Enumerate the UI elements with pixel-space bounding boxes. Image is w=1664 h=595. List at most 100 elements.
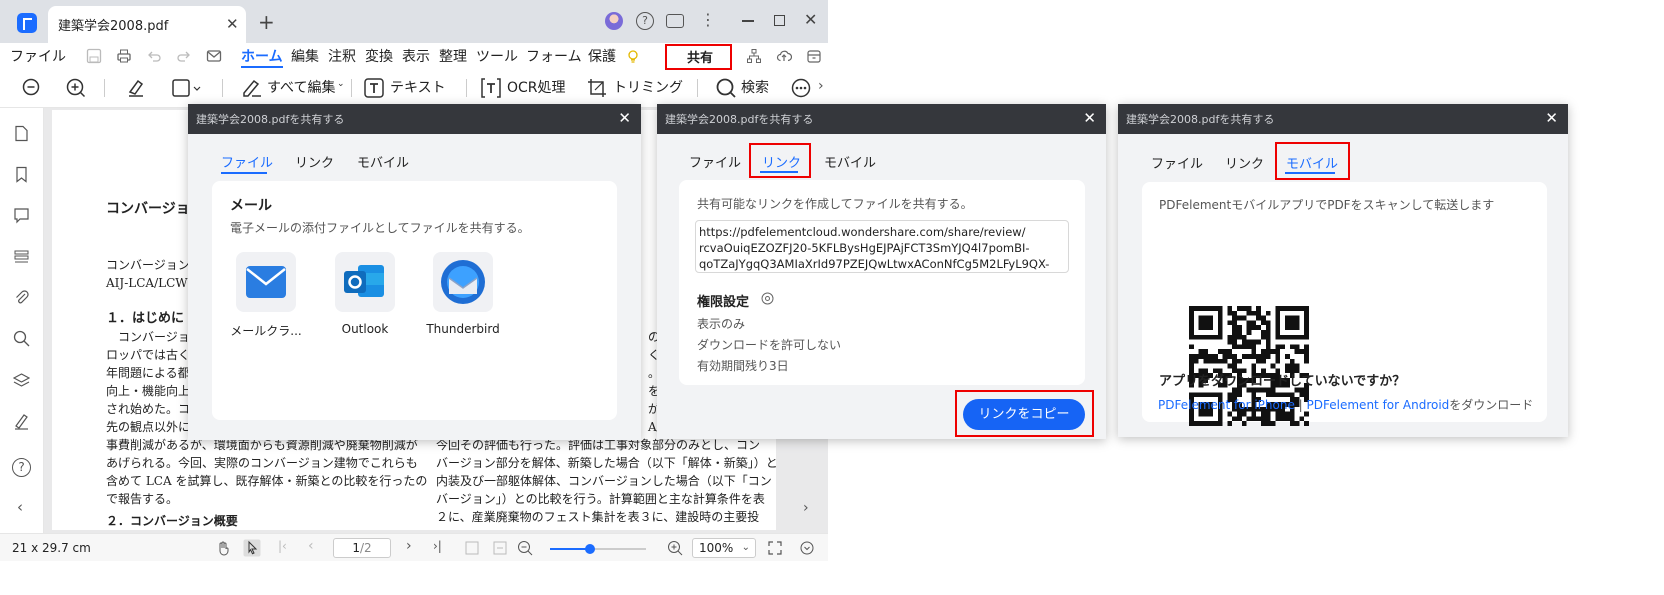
collapse-sidebar-icon[interactable]: ‹ <box>17 498 23 516</box>
mail-icon[interactable] <box>206 48 222 64</box>
menu-tools[interactable]: ツール <box>476 46 518 66</box>
mail-client-button[interactable] <box>236 252 296 312</box>
sitemap-icon[interactable] <box>746 48 762 64</box>
menu-file[interactable]: ファイル <box>10 46 66 66</box>
redo-icon[interactable] <box>176 48 192 64</box>
thunderbird-button[interactable] <box>433 252 493 312</box>
save-icon[interactable] <box>86 48 102 64</box>
outlook-button[interactable] <box>335 252 395 312</box>
signature-icon[interactable] <box>13 413 30 430</box>
menu-edit[interactable]: 編集 <box>291 46 319 66</box>
menu-annotate[interactable]: 注釈 <box>328 46 356 66</box>
text-icon[interactable] <box>364 78 384 98</box>
next-page-arrow-icon[interactable]: › <box>803 500 809 516</box>
thumbnails-icon[interactable] <box>13 248 30 265</box>
android-app-link[interactable]: PDFelement for Android <box>1307 398 1450 412</box>
new-tab-button[interactable]: + <box>258 10 275 34</box>
tab-link[interactable]: リンク <box>295 152 334 171</box>
copy-link-button[interactable]: リンクをコピー <box>963 399 1085 430</box>
comment-icon[interactable] <box>13 207 30 224</box>
attachment-icon[interactable] <box>13 289 30 306</box>
zoom-value: 100% <box>699 541 734 555</box>
trim-button[interactable]: トリミング <box>613 77 683 97</box>
undo-icon[interactable] <box>146 48 162 64</box>
document-tab-title: 建築学会2008.pdf <box>58 19 169 34</box>
chevron-down-icon[interactable]: ⌄ <box>337 79 345 89</box>
menu-protect[interactable]: 保護 <box>588 46 616 66</box>
crop-icon[interactable] <box>587 78 607 98</box>
sidebar-search-icon[interactable] <box>13 330 30 347</box>
tab-file[interactable]: ファイル <box>1151 153 1203 172</box>
tab-link[interactable]: リンク <box>1225 153 1264 172</box>
more-circle-icon[interactable] <box>791 78 811 98</box>
archive-icon[interactable] <box>806 48 822 64</box>
share-url-field[interactable]: https://pdfelementcloud.wondershare.com/… <box>695 220 1069 273</box>
menu-home[interactable]: ホーム <box>241 46 283 66</box>
section-heading: ２．コンバージョン概要 <box>106 514 238 528</box>
page-number-input[interactable]: 1/2 <box>333 538 391 558</box>
toolbar-scroll-right-icon[interactable]: › <box>818 78 824 94</box>
maximize-icon[interactable] <box>774 15 785 26</box>
page-icon[interactable] <box>13 125 30 142</box>
dialog-close-icon[interactable]: ✕ <box>1083 109 1096 127</box>
text-button[interactable]: テキスト <box>390 77 446 97</box>
last-page-icon[interactable]: ›| <box>433 539 442 553</box>
select-icon[interactable] <box>243 539 261 557</box>
bulb-icon[interactable] <box>625 48 641 64</box>
menu-view[interactable]: 表示 <box>402 46 430 66</box>
close-icon[interactable]: ✕ <box>804 10 817 29</box>
zoom-out-icon[interactable] <box>22 78 42 98</box>
fit-page-icon[interactable] <box>465 541 479 555</box>
zoom-select[interactable]: 100% ⌄ <box>692 538 756 558</box>
tab-close-icon[interactable]: ✕ <box>226 15 239 33</box>
ocr-icon[interactable] <box>481 78 501 98</box>
ocr-button[interactable]: OCR処理 <box>507 77 566 97</box>
zoom-in-small-icon[interactable] <box>667 540 683 556</box>
tab-mobile[interactable]: モバイル <box>357 152 409 171</box>
help-icon[interactable]: ? <box>636 12 654 30</box>
feedback-icon[interactable] <box>666 14 684 28</box>
cloud-upload-icon[interactable] <box>776 48 792 64</box>
menu-form[interactable]: フォーム <box>526 46 582 66</box>
shape-icon[interactable] <box>172 79 202 97</box>
mobile-desc: PDFelementモバイルアプリでPDFをスキャンして転送します <box>1159 198 1495 212</box>
tab-file[interactable]: ファイル <box>221 152 273 171</box>
zoom-out-small-icon[interactable] <box>517 540 533 556</box>
statusbar-more-icon[interactable] <box>800 541 814 555</box>
tab-file[interactable]: ファイル <box>689 152 741 171</box>
fit-width-icon[interactable] <box>493 541 507 555</box>
search-icon[interactable] <box>716 78 736 98</box>
iphone-app-link[interactable]: PDFelement for iPhone <box>1158 398 1295 412</box>
document-tab[interactable]: 建築学会2008.pdf ✕ <box>48 6 246 43</box>
search-button[interactable]: 検索 <box>741 77 769 97</box>
sidebar-help-icon[interactable]: ? <box>12 458 31 477</box>
paragraph-line: コンバージョン <box>106 258 190 272</box>
zoom-slider-handle[interactable] <box>585 544 596 554</box>
more-icon[interactable]: ⋮ <box>700 12 718 30</box>
first-page-icon[interactable]: |‹ <box>278 539 287 553</box>
menu-organize[interactable]: 整理 <box>439 46 467 66</box>
outlook-label: Outlook <box>341 322 389 336</box>
tab-mobile[interactable]: モバイル <box>1286 153 1338 172</box>
bookmark-icon[interactable] <box>13 166 30 183</box>
fullscreen-icon[interactable] <box>768 541 782 555</box>
tab-link[interactable]: リンク <box>762 152 801 171</box>
settings-icon[interactable] <box>761 292 774 305</box>
tab-mobile[interactable]: モバイル <box>824 152 876 171</box>
next-page-icon[interactable]: › <box>406 538 412 554</box>
menu-share[interactable]: 共有 <box>687 47 713 66</box>
body-line: バージョン部分を解体、新築した場合（以下「解体・新築」）と、 <box>436 456 776 470</box>
zoom-in-icon[interactable] <box>66 78 86 98</box>
menu-convert[interactable]: 変換 <box>365 46 393 66</box>
highlighter-icon[interactable] <box>126 78 146 98</box>
layers-icon[interactable] <box>13 372 30 389</box>
prev-page-icon[interactable]: ‹ <box>308 538 314 554</box>
hand-icon[interactable] <box>216 540 232 556</box>
dialog-close-icon[interactable]: ✕ <box>618 109 631 127</box>
edit-icon[interactable] <box>241 78 263 98</box>
edit-all-button[interactable]: すべて編集 <box>267 77 335 97</box>
minimize-icon[interactable] <box>742 20 754 22</box>
avatar[interactable] <box>605 12 623 30</box>
print-icon[interactable] <box>116 48 132 64</box>
dialog-close-icon[interactable]: ✕ <box>1545 109 1558 127</box>
